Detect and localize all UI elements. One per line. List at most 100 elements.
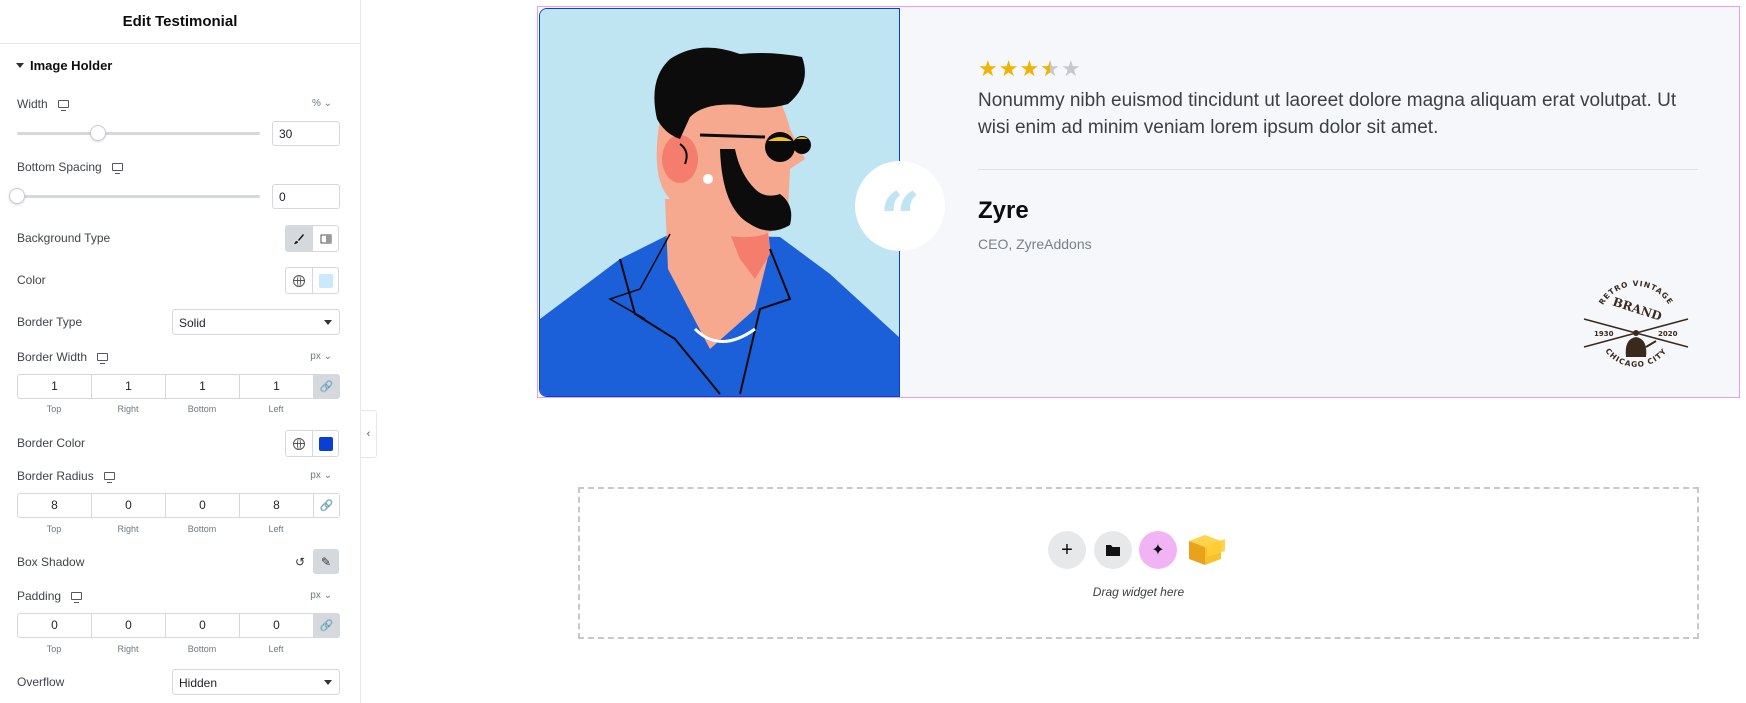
border-width-bottom[interactable]: 1 (166, 375, 240, 398)
add-section-button[interactable]: + (1048, 531, 1086, 569)
border-radius-right[interactable]: 0 (92, 494, 166, 517)
dim-label-left: Left (268, 644, 284, 654)
author-name: Zyre (978, 197, 1029, 224)
bottom-spacing-input[interactable] (272, 184, 340, 209)
man-portrait-illustration (540, 9, 899, 396)
drag-widget-hint: Drag widget here (1092, 585, 1185, 599)
divider (978, 169, 1698, 170)
width-input[interactable] (272, 121, 340, 146)
border-radius-unit-select[interactable]: px ⌄ (310, 470, 332, 481)
background-type-toggle (285, 225, 339, 252)
section-toggle-image-holder[interactable]: Image Holder (16, 58, 112, 73)
border-type-select[interactable]: Solid (172, 309, 340, 335)
star-filled-icon: ★ (998, 56, 1019, 81)
sparkle-icon: ✦ (1151, 542, 1165, 559)
desktop-icon[interactable] (97, 353, 109, 364)
overflow-select[interactable]: Hidden (172, 669, 340, 695)
border-radius-label: Border Radius (17, 469, 115, 483)
gradient-icon[interactable] (312, 226, 338, 251)
star-half-icon: ★ (1040, 58, 1060, 81)
dim-label-right: Right (117, 404, 139, 414)
global-colors-icon[interactable] (286, 431, 312, 456)
quote-icon: “ (855, 161, 945, 255)
caret-down-icon (16, 63, 24, 68)
padding-right[interactable]: 0 (92, 614, 166, 637)
dim-label-right: Right (117, 644, 139, 654)
add-template-button[interactable] (1094, 531, 1132, 569)
section-title: Image Holder (30, 58, 113, 73)
edit-pencil-icon[interactable]: ✎ (313, 549, 339, 574)
collapse-panel-button[interactable]: ‹ (361, 410, 377, 458)
image-holder[interactable] (539, 8, 900, 397)
padding-label: Padding (17, 589, 83, 603)
padding-left[interactable]: 0 (240, 614, 314, 637)
link-icon[interactable]: 🔗 (314, 375, 339, 398)
folder-icon (1106, 545, 1120, 556)
svg-text:BRAND: BRAND (1611, 295, 1664, 324)
desktop-icon[interactable] (71, 592, 83, 603)
padding-top[interactable]: 0 (18, 614, 92, 637)
bottom-spacing-slider-handle[interactable] (9, 188, 25, 204)
link-icon[interactable]: 🔗 (314, 614, 339, 637)
desktop-icon[interactable] (103, 472, 115, 483)
dim-label-bottom: Bottom (187, 404, 217, 414)
border-width-top[interactable]: 1 (18, 375, 92, 398)
border-width-right[interactable]: 1 (92, 375, 166, 398)
border-width-dim-labels: Top Right Bottom Left (17, 404, 313, 414)
width-unit-select[interactable]: % ⌄ (312, 98, 332, 109)
star-filled-icon: ★ (978, 56, 998, 81)
star-empty-icon: ★ (1060, 56, 1081, 81)
chevron-left-icon: ‹ (366, 428, 371, 440)
color-controls (285, 267, 339, 294)
padding-unit-select[interactable]: px ⌄ (310, 590, 332, 601)
border-radius-bottom[interactable]: 0 (166, 494, 240, 517)
bottom-spacing-label-text: Bottom Spacing (17, 160, 102, 174)
border-radius-left[interactable]: 8 (240, 494, 314, 517)
padding-label-text: Padding (17, 589, 62, 603)
star-rating: ★ ★ ★ ★ ★ (978, 56, 1081, 81)
zyre-cube-icon (1189, 535, 1225, 565)
border-radius-label-text: Border Radius (17, 469, 94, 483)
width-slider[interactable] (17, 125, 260, 141)
desktop-icon[interactable] (111, 163, 123, 174)
border-width-label-text: Border Width (17, 350, 88, 364)
border-type-label: Border Type (17, 315, 83, 329)
author-role: CEO, ZyreAddons (978, 236, 1092, 252)
brush-icon[interactable] (286, 226, 312, 251)
width-label-text: Width (17, 97, 48, 111)
bottom-spacing-slider[interactable] (9, 188, 260, 204)
desktop-icon[interactable] (57, 100, 69, 111)
border-radius-dimensions: 8 0 0 8 🔗 (17, 493, 340, 518)
bottom-spacing-label: Bottom Spacing (17, 160, 123, 174)
border-color-swatch (318, 436, 333, 451)
settings-panel: Edit Testimonial Image Holder Width % ⌄ … (0, 0, 361, 703)
dim-label-right: Right (117, 524, 139, 534)
background-type-label: Background Type (17, 231, 111, 245)
global-colors-icon[interactable] (286, 268, 312, 293)
width-label: Width (17, 97, 69, 111)
retro-vintage-brand-logo: RETRO VINTAGE BRAND 1930 2020 CHICAGO CI… (1583, 279, 1689, 369)
reset-icon[interactable]: ↺ (287, 549, 313, 574)
border-radius-top[interactable]: 8 (18, 494, 92, 517)
dim-label-left: Left (268, 404, 284, 414)
border-radius-dim-labels: Top Right Bottom Left (17, 524, 313, 534)
plus-icon: + (1061, 538, 1073, 561)
border-width-dimensions: 1 1 1 1 🔗 (17, 374, 340, 399)
border-width-unit-select[interactable]: px ⌄ (310, 351, 332, 362)
zyre-addons-button[interactable] (1184, 531, 1228, 569)
padding-dimensions: 0 0 0 0 🔗 (17, 613, 340, 638)
border-width-left[interactable]: 1 (240, 375, 314, 398)
padding-bottom[interactable]: 0 (166, 614, 240, 637)
link-icon[interactable]: 🔗 (314, 494, 339, 517)
border-color-picker[interactable] (312, 431, 338, 456)
box-shadow-label: Box Shadow (17, 555, 85, 569)
drop-zone[interactable]: + ✦ Drag widget here (578, 487, 1699, 639)
testimonial-widget[interactable]: “ ★★★★★ Nonummy nibh euismod tincidunt u… (537, 6, 1740, 398)
dim-label-top: Top (46, 404, 62, 414)
color-label: Color (17, 273, 46, 287)
width-slider-handle[interactable] (89, 125, 106, 141)
dim-label-top: Top (46, 644, 62, 654)
color-picker[interactable] (312, 268, 338, 293)
svg-text:1930: 1930 (1594, 330, 1614, 338)
ai-generate-button[interactable]: ✦ (1139, 531, 1177, 569)
